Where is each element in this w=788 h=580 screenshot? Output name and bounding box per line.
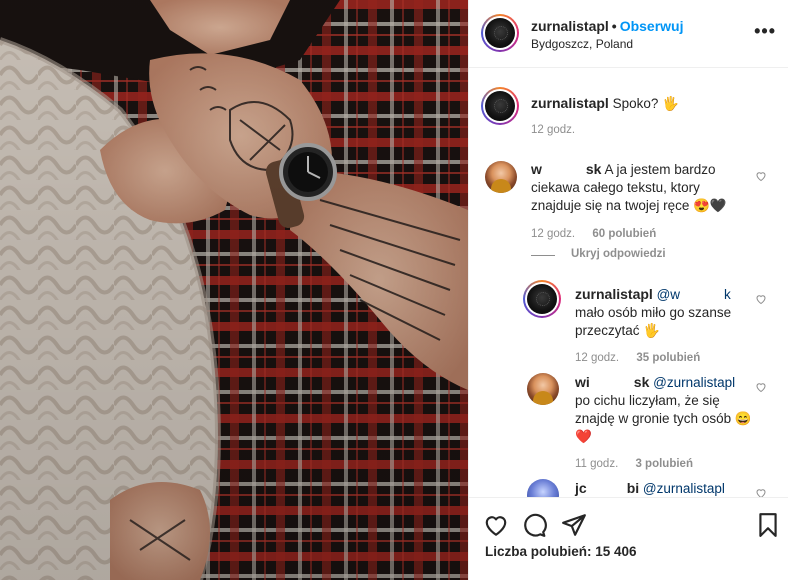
- reply-like-icon[interactable]: [755, 487, 767, 497]
- reply: wi sk @zurnalistapl po cichu liczyłam, że…: [575, 373, 753, 446]
- post-header: zurnalistapl • Obserwuj Bydgoszcz, Poland …: [469, 0, 788, 68]
- reply: jc bi @zurnalistapl: [575, 479, 753, 497]
- caption-text: Spoko? 🖐: [612, 96, 679, 111]
- action-bar: Liczba polubień: 15 406: [469, 497, 788, 580]
- reply-meta: 12 godz. 35 polubień: [575, 352, 700, 364]
- reply-text: po cichu liczyłam, że się znajdę w groni…: [575, 393, 752, 444]
- reply-time[interactable]: 12 godz.: [575, 352, 619, 364]
- comment-likes[interactable]: 60 polubień: [592, 228, 656, 240]
- follow-button[interactable]: Obserwuj: [620, 18, 684, 34]
- location-link[interactable]: Bydgoszcz, Poland: [531, 37, 633, 51]
- hide-replies-button[interactable]: Ukryj odpowiedzi: [571, 248, 666, 260]
- comment-username[interactable]: w: [531, 161, 542, 177]
- post-photo[interactable]: [0, 0, 468, 580]
- comments-list[interactable]: zurnalistapl Spoko? 🖐 12 godz. w sk A ja …: [469, 69, 788, 497]
- reply-username-tail[interactable]: bi: [627, 480, 639, 496]
- post-photo-image: [0, 0, 468, 580]
- reply-mention-tail[interactable]: k: [724, 287, 731, 302]
- reply-like-icon[interactable]: [755, 293, 767, 305]
- caption-time[interactable]: 12 godz.: [531, 124, 575, 136]
- comment-username-tail[interactable]: sk: [586, 161, 602, 177]
- reply-mention[interactable]: @zurnalistapl: [653, 375, 735, 390]
- post-panel: zurnalistapl • Obserwuj Bydgoszcz, Poland …: [468, 0, 788, 580]
- comment-avatar[interactable]: [485, 161, 517, 193]
- reply-username[interactable]: zurnalistapl: [575, 286, 653, 302]
- reply-username[interactable]: jc: [575, 480, 587, 496]
- more-options-icon[interactable]: •••: [754, 22, 776, 40]
- comment-like-icon[interactable]: [755, 170, 767, 182]
- reply-likes[interactable]: 35 polubień: [636, 352, 700, 364]
- comment-time[interactable]: 12 godz.: [531, 228, 575, 240]
- caption-username[interactable]: zurnalistapl: [531, 95, 609, 111]
- comment-icon[interactable]: [521, 512, 547, 538]
- share-icon[interactable]: [561, 512, 587, 538]
- reply-text: mało osób miło go szanse przeczytać 🖐: [575, 305, 732, 338]
- reply-username-tail[interactable]: sk: [634, 374, 650, 390]
- caption: zurnalistapl Spoko? 🖐: [531, 94, 771, 113]
- reply-avatar[interactable]: [523, 280, 561, 318]
- reply-likes[interactable]: 3 polubień: [635, 458, 693, 470]
- author-avatar[interactable]: [481, 14, 519, 52]
- reply-mention[interactable]: @zurnalistapl: [643, 481, 725, 496]
- author-username[interactable]: zurnalistapl: [531, 18, 609, 34]
- reply-divider: [531, 255, 555, 256]
- reply-username[interactable]: wi: [575, 374, 590, 390]
- reply-meta: 11 godz. 3 polubień: [575, 458, 693, 470]
- reply-time[interactable]: 11 godz.: [575, 458, 618, 470]
- comment-meta: 12 godz. 60 polubień: [531, 228, 656, 240]
- reply-like-icon[interactable]: [755, 381, 767, 393]
- comment: w sk A ja jestem bardzo ciekawa całego te…: [531, 160, 753, 215]
- likes-count[interactable]: Liczba polubień: 15 406: [485, 544, 637, 559]
- separator-dot: •: [611, 18, 617, 34]
- reply: zurnalistapl @w k mało osób miło go szans…: [575, 285, 753, 340]
- bookmark-icon[interactable]: [755, 512, 781, 538]
- author-line: zurnalistapl • Obserwuj: [531, 18, 684, 34]
- reply-mention[interactable]: @w: [657, 287, 680, 302]
- comment-text: A ja jestem bardzo ciekawa całego tekstu…: [531, 162, 727, 213]
- caption-avatar[interactable]: [481, 87, 519, 125]
- reply-avatar[interactable]: [527, 373, 559, 405]
- reply-avatar[interactable]: [527, 479, 559, 497]
- heart-icon[interactable]: [483, 512, 509, 538]
